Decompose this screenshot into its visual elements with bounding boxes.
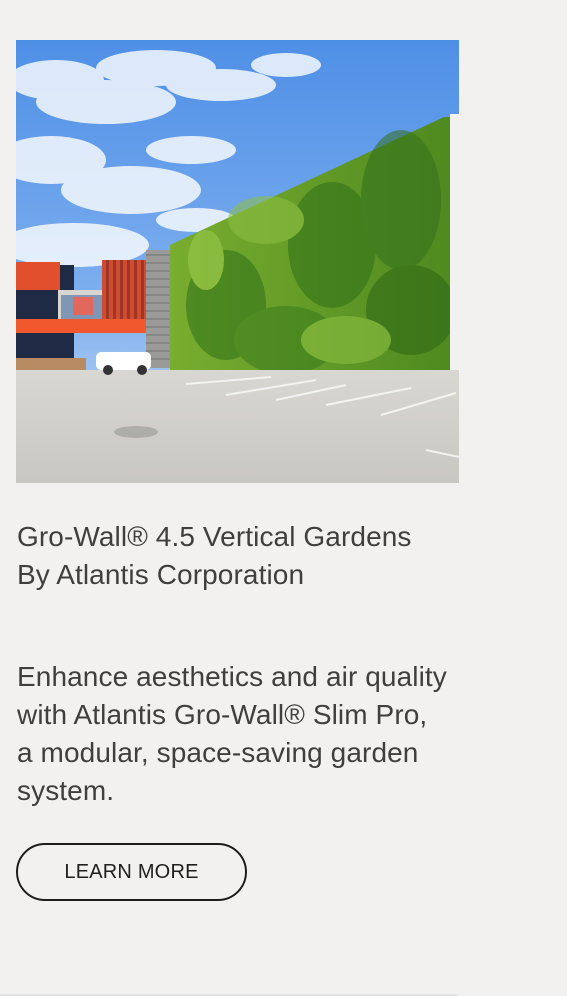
learn-more-button[interactable]: LEARN MORE xyxy=(16,843,247,901)
vertical-garden-photo xyxy=(16,40,459,483)
product-title-line1: Gro-Wall® 4.5 Vertical Gardens xyxy=(17,521,412,552)
product-title: Gro-Wall® 4.5 Vertical Gardens By Atlant… xyxy=(17,518,477,594)
product-title-line2: By Atlantis Corporation xyxy=(17,559,305,590)
learn-more-button-label: LEARN MORE xyxy=(64,860,199,883)
product-image xyxy=(16,40,459,483)
product-description: Enhance aesthetics and air quality with … xyxy=(17,661,447,806)
product-card: Gro-Wall® 4.5 Vertical Gardens By Atlant… xyxy=(0,0,567,996)
